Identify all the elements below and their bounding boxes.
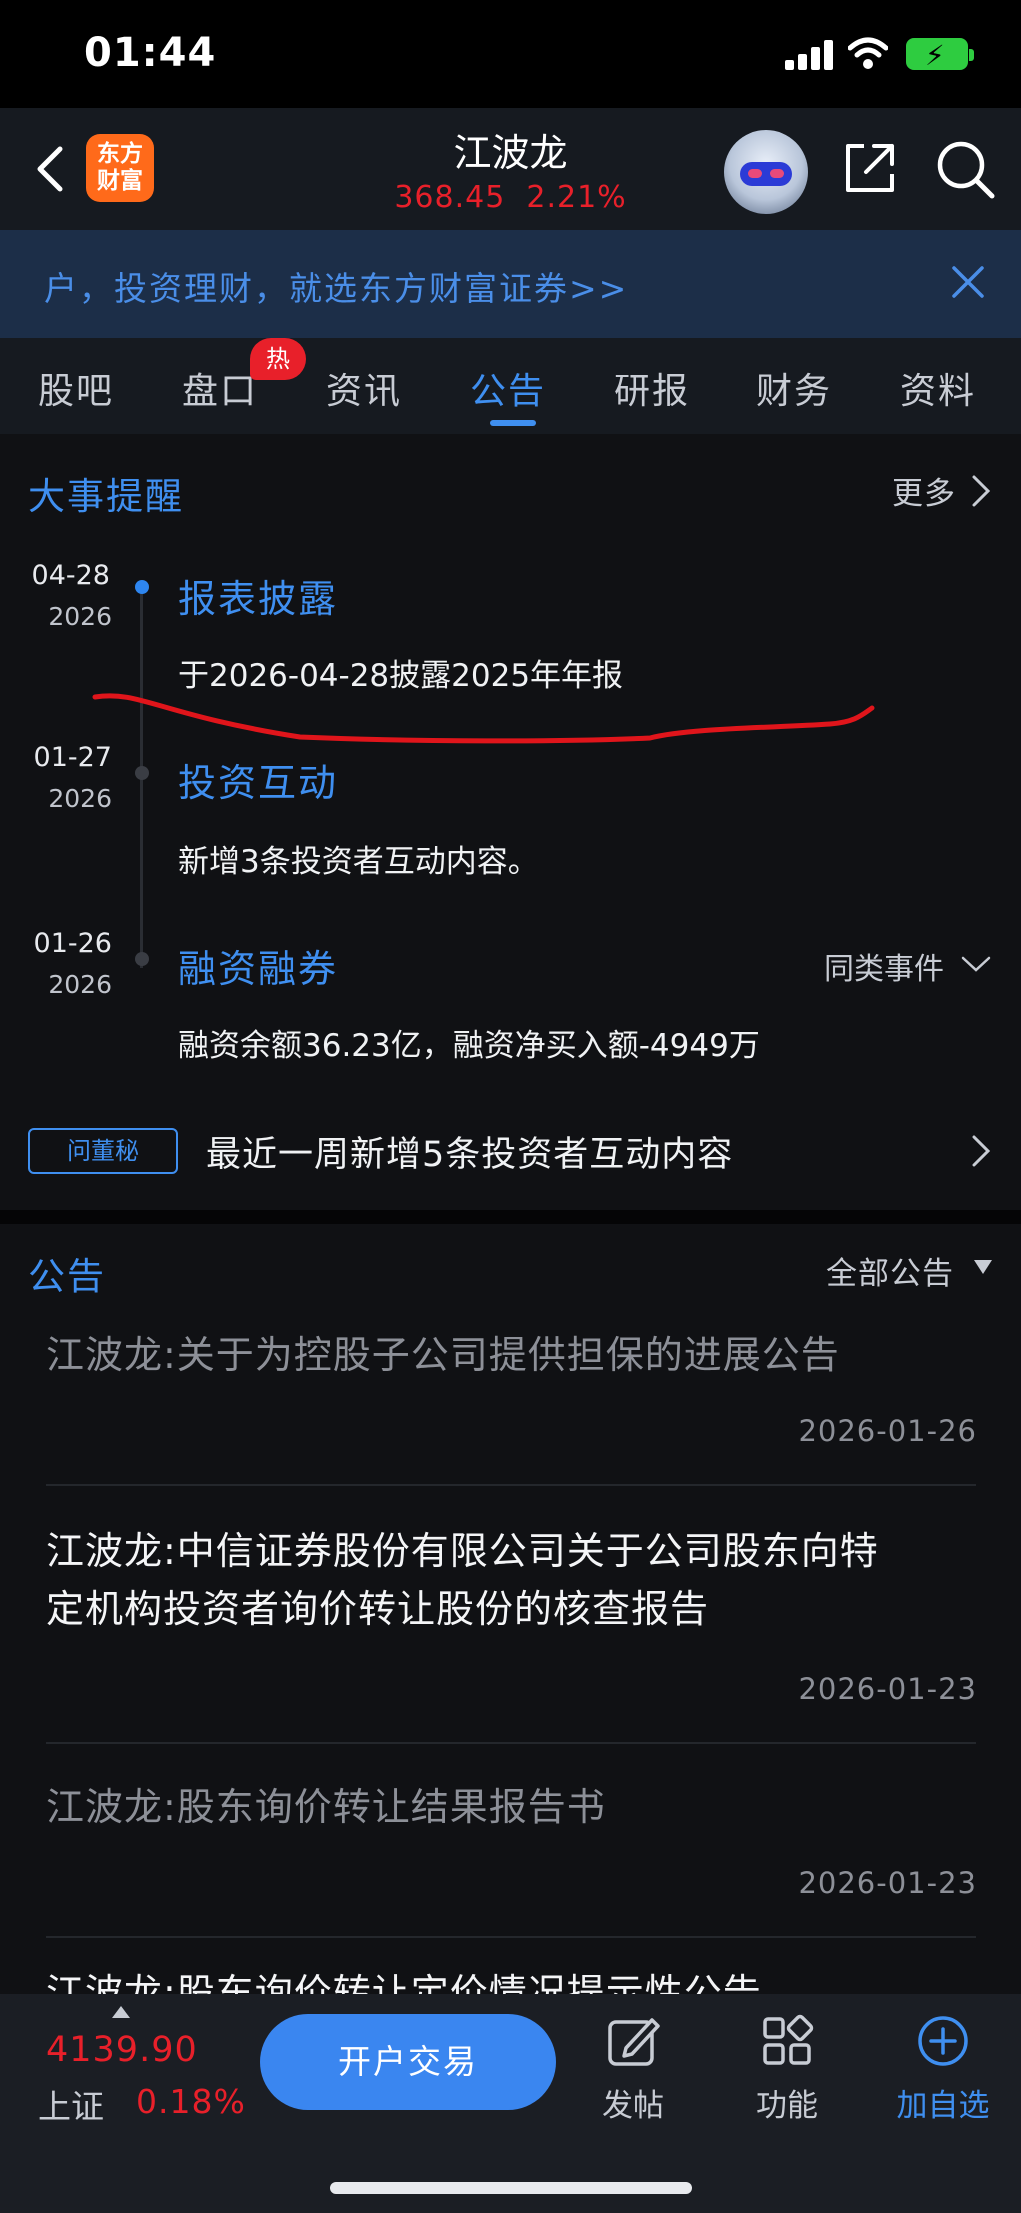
- expand-caret-icon[interactable]: [112, 2006, 130, 2018]
- tab-finance[interactable]: 财务: [756, 362, 832, 414]
- events-section: [0, 434, 1021, 1210]
- add-watchlist-button[interactable]: 加自选: [888, 2014, 998, 2125]
- announcement-title-line: 定机构投资者询价转让股份的核查报告: [46, 1587, 710, 1631]
- stock-change-pct: 2.21%: [526, 180, 627, 215]
- tab-pankou[interactable]: 盘口: [182, 362, 258, 414]
- chevron-right-icon[interactable]: [970, 1134, 992, 1168]
- divider: [46, 1742, 976, 1744]
- event-year: 2026: [48, 970, 112, 999]
- promo-banner[interactable]: 户，投资理财，就选东方财富证券>>: [0, 230, 1021, 338]
- announcement-filter-dropdown[interactable]: 全部公告: [826, 1248, 954, 1293]
- timeline-dot: [135, 766, 149, 780]
- event-title[interactable]: 投资互动: [178, 752, 338, 807]
- status-bar: 01:44 ⚡: [0, 0, 1021, 108]
- hot-badge: 热: [250, 338, 306, 380]
- search-icon[interactable]: [934, 138, 996, 200]
- bottom-bar: 4139.90 上证 0.18% 开户交易 发帖 功能 加自选: [0, 1994, 1021, 2213]
- event-year: 2026: [48, 602, 112, 631]
- add-circle-icon: [918, 2016, 968, 2066]
- tab-news[interactable]: 资讯: [326, 362, 402, 414]
- announcement-filter-label: 全部公告: [826, 1256, 954, 1292]
- timeline-dot-active: [135, 580, 149, 594]
- event-title[interactable]: 融资融券: [178, 938, 338, 993]
- announcement-date: 2026-01-23: [798, 1672, 977, 1706]
- ask-secretary-badge[interactable]: 问董秘: [28, 1128, 178, 1174]
- cellular-signal-icon: [785, 40, 835, 70]
- close-icon[interactable]: [948, 262, 988, 302]
- open-account-trade-button[interactable]: 开户交易: [260, 2014, 556, 2110]
- tab-announcements[interactable]: 公告: [470, 362, 546, 414]
- chevron-down-icon[interactable]: [960, 954, 992, 974]
- events-more-label: 更多: [892, 476, 956, 512]
- announcement-date: 2026-01-23: [798, 1866, 977, 1900]
- stock-header: 东方 财富 江波龙 368.45 2.21%: [0, 108, 1021, 230]
- wifi-icon: [848, 37, 888, 69]
- index-change[interactable]: 0.18%: [136, 2082, 246, 2121]
- event-description: 新增3条投资者互动内容。: [178, 844, 539, 880]
- battery-icon: ⚡: [906, 38, 974, 72]
- index-name[interactable]: 上证: [38, 2080, 104, 2128]
- event-date: 04-28: [31, 560, 110, 591]
- tab-research[interactable]: 研报: [614, 362, 690, 414]
- grid-icon: [763, 2014, 814, 2065]
- event-description: 于2026-04-28披露2025年年报: [178, 658, 624, 694]
- event-title[interactable]: 报表披露: [178, 568, 338, 623]
- event-date: 01-26: [33, 928, 112, 959]
- section-separator: [0, 1210, 1021, 1224]
- active-tab-indicator: [490, 420, 536, 426]
- add-watchlist-label: 加自选: [896, 2088, 990, 2124]
- similar-events-label: 同类事件: [824, 952, 944, 987]
- announcement-title[interactable]: 江波龙:中信证券股份有限公司关于公司股东向特 定机构投资者询价转让股份的核查报告: [46, 1524, 986, 1636]
- event-year: 2026: [48, 784, 112, 813]
- caret-down-icon[interactable]: [972, 1258, 994, 1276]
- stock-price: 368.45: [394, 180, 506, 215]
- announcement-title-line: 江波龙:中信证券股份有限公司关于公司股东向特: [46, 1529, 879, 1573]
- promo-banner-text[interactable]: 户，投资理财，就选东方财富证券>>: [44, 262, 628, 310]
- status-time: 01:44: [84, 30, 217, 76]
- tab-guba[interactable]: 股吧: [38, 362, 114, 414]
- announcements-title: 公告: [28, 1255, 106, 1298]
- edit-icon: [608, 2018, 660, 2066]
- events-more-link[interactable]: 更多: [892, 468, 956, 513]
- announcement-date: 2026-01-26: [798, 1414, 977, 1448]
- function-button[interactable]: 功能: [732, 2014, 842, 2125]
- events-title: 大事提醒: [28, 475, 184, 518]
- event-date: 01-27: [33, 742, 112, 773]
- home-indicator[interactable]: [330, 2182, 692, 2194]
- divider: [46, 1484, 976, 1486]
- function-label: 功能: [756, 2088, 818, 2124]
- tab-bar: 股吧 盘口 热 资讯 公告 研报 财务 资料: [0, 338, 1021, 434]
- chevron-right-icon[interactable]: [970, 474, 992, 508]
- post-button[interactable]: 发帖: [578, 2014, 688, 2125]
- event-description: 融资余额36.23亿，融资净买入额-4949万: [178, 1028, 760, 1064]
- index-value[interactable]: 4139.90: [46, 2030, 198, 2070]
- post-label: 发帖: [602, 2088, 664, 2124]
- ai-assistant-robot-icon[interactable]: [724, 130, 808, 214]
- ask-secretary-text[interactable]: 最近一周新增5条投资者互动内容: [206, 1126, 733, 1177]
- announcement-title[interactable]: 江波龙:股东询价转让结果报告书: [46, 1780, 986, 1834]
- tab-profile[interactable]: 资料: [900, 362, 976, 414]
- share-icon[interactable]: [840, 138, 900, 198]
- timeline-dot: [135, 952, 149, 966]
- similar-events-dropdown[interactable]: 同类事件: [824, 944, 944, 988]
- divider: [46, 1936, 976, 1938]
- announcement-title[interactable]: 江波龙:关于为控股子公司提供担保的进展公告: [46, 1328, 986, 1382]
